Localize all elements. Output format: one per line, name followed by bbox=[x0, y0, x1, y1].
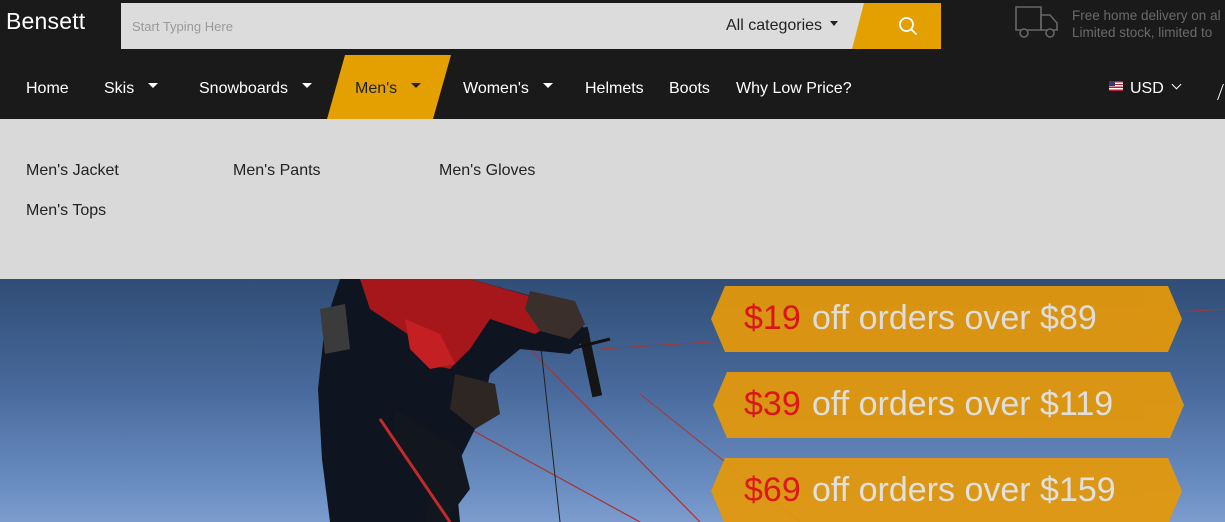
nav-item-label: Why Low Price? bbox=[736, 80, 852, 97]
delivery-truck-icon bbox=[1015, 6, 1058, 38]
category-select-label: All categories bbox=[726, 17, 823, 34]
caret-down-icon bbox=[542, 83, 553, 89]
delivery-line-1: Free home delivery on al bbox=[1072, 8, 1221, 23]
nav-item-label: Skis bbox=[104, 80, 135, 97]
search-input[interactable] bbox=[121, 3, 701, 49]
promo-text: off orders over $159 bbox=[812, 471, 1116, 509]
nav-item-label: Women's bbox=[463, 80, 529, 97]
delivery-text: Free home delivery on al Limited stock, … bbox=[1072, 7, 1221, 41]
promo-text: off orders over $119 bbox=[812, 385, 1114, 423]
caret-down-icon bbox=[411, 83, 422, 89]
submenu-mens-jacket[interactable]: Men's Jacket bbox=[26, 162, 119, 180]
mens-dropdown-menu: Men's Jacket Men's Pants Men's Gloves Me… bbox=[0, 119, 1225, 279]
logo[interactable]: Bensett bbox=[6, 8, 85, 35]
nav-item-mens[interactable]: Men's bbox=[355, 55, 422, 119]
top-bar: Bensett All categories Free home deliver… bbox=[0, 0, 1225, 55]
nav-item-snowboards[interactable]: Snowboards bbox=[199, 55, 312, 119]
search-button[interactable] bbox=[852, 3, 941, 49]
nav-item-label: Snowboards bbox=[199, 80, 288, 97]
delivery-line-2: Limited stock, limited to bbox=[1072, 25, 1213, 40]
nav-item-why-low-price[interactable]: Why Low Price? bbox=[736, 55, 852, 119]
promo-text: off orders over $89 bbox=[812, 299, 1097, 337]
caret-down-icon bbox=[301, 83, 312, 89]
nav-item-home[interactable]: Home bbox=[26, 55, 69, 119]
hero-banner: $19 off orders over $89 $39 off orders o… bbox=[0, 279, 1225, 522]
account-icon[interactable] bbox=[1217, 84, 1225, 100]
promo-amount: $19 bbox=[744, 299, 801, 337]
us-flag-icon bbox=[1109, 80, 1123, 91]
nav-item-skis[interactable]: Skis bbox=[104, 55, 159, 119]
nav-item-womens[interactable]: Women's bbox=[463, 55, 553, 119]
caret-down-icon bbox=[148, 83, 159, 89]
submenu-mens-gloves[interactable]: Men's Gloves bbox=[439, 162, 535, 180]
promo-amount: $69 bbox=[744, 471, 801, 509]
caret-down-icon bbox=[830, 21, 839, 27]
category-select[interactable]: All categories bbox=[726, 3, 839, 49]
search-bar: All categories bbox=[121, 3, 941, 49]
chevron-down-icon bbox=[1171, 79, 1182, 90]
promo-badge[interactable]: $39 off orders over $119 bbox=[713, 372, 1184, 438]
search-icon bbox=[899, 17, 917, 35]
currency-selector[interactable]: USD bbox=[1109, 55, 1182, 119]
submenu-mens-pants[interactable]: Men's Pants bbox=[233, 162, 321, 180]
nav-item-helmets[interactable]: Helmets bbox=[585, 55, 644, 119]
submenu-mens-tops[interactable]: Men's Tops bbox=[26, 202, 106, 220]
promo-amount: $39 bbox=[744, 385, 801, 423]
nav-item-boots[interactable]: Boots bbox=[669, 55, 710, 119]
promo-badge[interactable]: $19 off orders over $89 bbox=[711, 286, 1182, 352]
main-nav: Home Skis Snowboards Men's Women's Helme… bbox=[0, 55, 1225, 119]
nav-item-label: Home bbox=[26, 80, 69, 97]
nav-item-label: Helmets bbox=[585, 80, 644, 97]
nav-item-label: Boots bbox=[669, 80, 710, 97]
delivery-notice: Free home delivery on al Limited stock, … bbox=[1013, 3, 1225, 43]
promo-badge[interactable]: $69 off orders over $159 bbox=[711, 458, 1182, 522]
currency-label: USD bbox=[1130, 80, 1164, 97]
nav-item-label: Men's bbox=[355, 80, 398, 97]
